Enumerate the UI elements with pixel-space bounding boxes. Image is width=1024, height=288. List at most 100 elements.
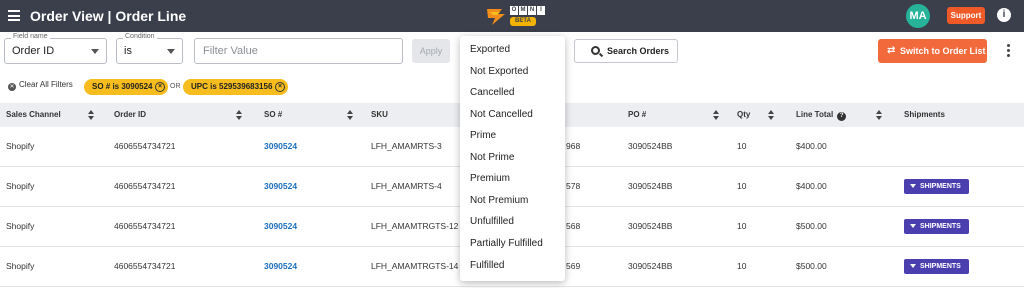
beta-badge: BETA — [510, 17, 536, 26]
po-cell: 3090524BB — [628, 221, 673, 231]
field-name-select[interactable]: Field name Order ID — [4, 33, 107, 64]
clear-all-filters-link[interactable]: ✕ Clear All Filters — [8, 80, 73, 91]
dropdown-option[interactable]: Premium — [470, 173, 510, 184]
line-total-cell: $500.00 — [796, 221, 827, 231]
so-link[interactable]: 3090524 — [264, 181, 297, 191]
sort-icon[interactable] — [876, 110, 882, 120]
po-cell: 3090524BB — [628, 141, 673, 151]
column-header-so[interactable]: SO # — [264, 110, 282, 119]
line-total-cell: $400.00 — [796, 141, 827, 151]
sort-icon[interactable] — [713, 110, 719, 120]
chevron-down-icon — [91, 49, 99, 54]
dropdown-option[interactable]: Not Prime — [470, 152, 514, 163]
sku-cell: LFH_AMAMTRGTS-12 — [371, 221, 459, 231]
sales-channel-cell: Shopify — [6, 181, 35, 191]
switch-label: Switch to Order List — [900, 46, 986, 56]
shipments-button[interactable]: SHIPMENTS — [904, 259, 969, 274]
sort-icon[interactable] — [236, 110, 242, 120]
dropdown-option[interactable]: Partially Fulfilled — [470, 238, 543, 249]
filter-chip: SO # is 3090524 × — [84, 79, 168, 95]
column-header-shipments: Shipments — [904, 110, 945, 119]
line-total-label: Line Total — [796, 110, 834, 119]
so-link[interactable]: 3090524 — [264, 261, 297, 271]
upc-cell: 568 — [566, 221, 581, 231]
sales-channel-cell: Shopify — [6, 261, 35, 271]
clear-all-label: Clear All Filters — [19, 80, 73, 89]
chevron-down-icon — [167, 49, 175, 54]
remove-chip-icon[interactable]: × — [155, 82, 165, 92]
qty-cell: 10 — [737, 221, 747, 231]
page-title: Order View | Order Line — [30, 8, 187, 24]
dropdown-option[interactable]: Not Exported — [470, 66, 528, 77]
line-total-cell: $400.00 — [796, 181, 827, 191]
filter-chip: UPC is 529539683156 × — [183, 79, 288, 95]
bolt-logo-icon — [487, 9, 505, 25]
search-icon — [591, 46, 600, 55]
line-total-cell: $500.00 — [796, 261, 827, 271]
top-app-bar: Order View | Order Line OMNI BETA MA Sup… — [0, 0, 1024, 32]
qty-cell: 10 — [737, 181, 747, 191]
po-cell: 3090524BB — [628, 261, 673, 271]
condition-label: Condition — [123, 33, 157, 40]
filter-chip-label: UPC is 529539683156 — [191, 82, 273, 91]
user-avatar[interactable]: MA — [906, 4, 930, 28]
sort-icon[interactable] — [88, 110, 94, 120]
column-header-sku[interactable]: SKU — [371, 110, 388, 119]
apply-button[interactable]: Apply — [412, 39, 450, 63]
column-header-order-id[interactable]: Order ID — [114, 110, 146, 119]
order-id-cell: 4606554734721 — [114, 261, 176, 271]
dropdown-option[interactable]: Cancelled — [470, 87, 514, 98]
filter-chip-label: SO # is 3090524 — [92, 82, 153, 91]
filter-value-dropdown: Exported Not Exported Cancelled Not Canc… — [460, 36, 565, 281]
qty-cell: 10 — [737, 261, 747, 271]
qty-cell: 10 — [737, 141, 747, 151]
so-link[interactable]: 3090524 — [264, 141, 297, 151]
sales-channel-cell: Shopify — [6, 141, 35, 151]
search-orders-button[interactable]: Search Orders — [574, 39, 678, 63]
shipments-button[interactable]: SHIPMENTS — [904, 219, 969, 234]
shipments-button[interactable]: SHIPMENTS — [904, 179, 969, 194]
dropdown-option[interactable]: Exported — [470, 44, 510, 55]
upc-cell: 968 — [566, 141, 581, 151]
field-name-value: Order ID — [12, 45, 55, 57]
column-header-sales-channel[interactable]: Sales Channel — [6, 110, 61, 119]
sku-cell: LFH_AMAMRTS-3 — [371, 141, 442, 151]
logo-wordmark: OMNI — [510, 6, 545, 15]
filter-value-input[interactable] — [194, 38, 403, 64]
remove-chip-icon[interactable]: × — [275, 82, 285, 92]
dropdown-option[interactable]: Not Cancelled — [470, 109, 533, 120]
dropdown-option[interactable]: Not Premium — [470, 195, 528, 206]
column-header-qty[interactable]: Qty — [737, 110, 750, 119]
upc-cell: 569 — [566, 261, 581, 271]
sales-channel-cell: Shopify — [6, 221, 35, 231]
dropdown-option[interactable]: Fulfilled — [470, 260, 504, 271]
swap-icon: ⇄ — [887, 45, 896, 56]
so-link[interactable]: 3090524 — [264, 221, 297, 231]
condition-select[interactable]: Condition is — [116, 33, 183, 64]
order-id-cell: 4606554734721 — [114, 221, 176, 231]
sort-icon[interactable] — [768, 110, 774, 120]
switch-to-order-list-button[interactable]: ⇄ Switch to Order List — [878, 39, 987, 63]
field-name-label: Field name — [11, 33, 50, 40]
sku-cell: LFH_AMAMRTS-4 — [371, 181, 442, 191]
condition-value: is — [124, 45, 132, 57]
help-icon[interactable]: ? — [837, 112, 847, 121]
po-cell: 3090524BB — [628, 181, 673, 191]
search-orders-label: Search Orders — [607, 46, 670, 56]
column-header-po[interactable]: PO # — [628, 110, 646, 119]
hamburger-menu-icon[interactable] — [8, 10, 20, 21]
clear-icon: ✕ — [8, 83, 16, 91]
order-id-cell: 4606554734721 — [114, 181, 176, 191]
order-id-cell: 4606554734721 — [114, 141, 176, 151]
info-icon[interactable]: i — [997, 8, 1011, 22]
upc-cell: 578 — [566, 181, 581, 191]
filter-joiner: OR — [170, 83, 181, 90]
sku-cell: LFH_AMAMTRGTS-14 — [371, 261, 459, 271]
dropdown-option[interactable]: Unfulfilled — [470, 216, 514, 227]
column-header-line-total[interactable]: Line Total? — [796, 110, 847, 121]
sort-icon[interactable] — [347, 110, 353, 120]
omni-logo: OMNI BETA — [484, 4, 545, 28]
support-button[interactable]: Support — [947, 7, 985, 24]
dropdown-option[interactable]: Prime — [470, 130, 496, 141]
more-options-icon[interactable] — [1003, 44, 1013, 58]
